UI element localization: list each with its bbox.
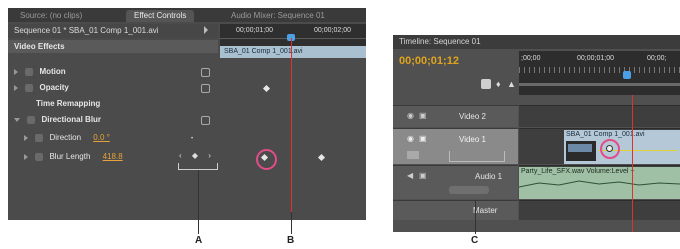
- work-area-bar[interactable]: [519, 83, 680, 86]
- fx-badge-icon: [25, 83, 34, 92]
- ruler-label: 00;00;01;00: [577, 55, 614, 62]
- effect-row-time-remapping[interactable]: Time Remapping: [8, 97, 218, 110]
- property-row-direction[interactable]: Direction 0.0 °: [8, 131, 218, 144]
- mini-timeline-ruler[interactable]: 00;00;01;00 00;00;02;00: [220, 24, 366, 46]
- playhead-line[interactable]: [291, 38, 292, 220]
- timeline-ruler[interactable]: ;00;00 00;00;01;00 00;00;: [519, 51, 680, 95]
- keyframe-navigator[interactable]: ‹ ◆ ›: [179, 151, 215, 160]
- video-effects-label: Video Effects: [14, 42, 65, 51]
- timeline-tab[interactable]: Timeline: Sequence 01: [393, 35, 680, 49]
- callout-leader: [291, 212, 292, 234]
- callout-leader: [475, 200, 476, 234]
- snap-icon[interactable]: [481, 79, 491, 89]
- tab-source[interactable]: Source: (no clips): [12, 10, 90, 22]
- effect-label: Opacity: [39, 83, 69, 92]
- lock-icon[interactable]: ▣: [419, 171, 427, 180]
- lock-icon[interactable]: ▣: [419, 111, 427, 120]
- playhead-line[interactable]: [632, 95, 633, 232]
- eye-icon[interactable]: ◉: [407, 111, 414, 120]
- track-area-master[interactable]: [519, 200, 680, 220]
- keyframe-nav-bracket: [449, 151, 505, 162]
- timeline-panel: Timeline: Sequence 01 00;00;01;12 ♦ ▲ ;0…: [393, 35, 680, 232]
- effect-controls-panel: Source: (no clips) Effect Controls Audio…: [8, 8, 366, 220]
- direction-value[interactable]: 0.0 °: [93, 133, 110, 142]
- track-label: Audio 1: [475, 172, 503, 181]
- keyframe-point[interactable]: [606, 145, 613, 152]
- expand-triangle-icon[interactable]: [14, 84, 18, 91]
- reset-icon[interactable]: [201, 84, 210, 93]
- marker-icon[interactable]: ♦: [496, 79, 501, 89]
- eye-icon[interactable]: ◉: [407, 134, 414, 143]
- sequence-header: Sequence 01 * SBA_01 Comp 1_001.avi: [8, 24, 218, 38]
- keyframe-dot-icon: •: [191, 136, 194, 142]
- collapse-triangle-icon[interactable]: [14, 117, 20, 122]
- waveform-toggle[interactable]: [449, 186, 489, 194]
- callout-leader: [198, 170, 199, 234]
- ruler-ticks: [519, 67, 680, 73]
- property-label: Blur Length: [49, 152, 91, 161]
- track-header-master[interactable]: Master: [393, 200, 518, 220]
- audio-clip-name: Party_Life_SFX.wav Volume:Level +: [521, 168, 635, 175]
- fx-badge-icon: [27, 115, 36, 124]
- ruler-timecode: 00;00;02;00: [314, 27, 351, 34]
- highlight-ring: [256, 149, 277, 170]
- track-label: Video 1: [459, 135, 486, 144]
- callout-a: A: [195, 235, 203, 246]
- reset-icon[interactable]: [201, 68, 210, 77]
- ruler-label: 00;00;: [647, 55, 667, 62]
- ruler-label: ;00;00: [521, 55, 541, 62]
- expand-triangle-icon[interactable]: [24, 153, 28, 160]
- volume-rubberband[interactable]: [519, 177, 680, 191]
- panel-tab-bar: Source: (no clips) Effect Controls Audio…: [8, 8, 366, 22]
- effect-row-directional-blur[interactable]: Directional Blur: [8, 113, 218, 126]
- effect-label: Time Remapping: [36, 99, 101, 108]
- track-header-video2[interactable]: ◉ ▣ Video 2: [393, 105, 518, 127]
- navigator-bracket: [178, 163, 218, 170]
- track-header-audio1[interactable]: ◀ ▣ Audio 1: [393, 165, 518, 199]
- speaker-icon[interactable]: ◀: [407, 171, 413, 180]
- effect-row-motion[interactable]: Motion: [8, 65, 218, 78]
- stopwatch-icon[interactable]: [35, 133, 44, 142]
- current-timecode[interactable]: 00;00;01;12: [399, 55, 459, 67]
- expand-triangle-icon[interactable]: [14, 68, 18, 75]
- effect-label: Directional Blur: [41, 115, 102, 124]
- tab-audio-mixer[interactable]: Audio Mixer: Sequence 01: [223, 10, 333, 22]
- keyframe-diamond-icon[interactable]: [317, 153, 326, 162]
- thumbnail-image: [568, 144, 592, 152]
- track-area-audio1[interactable]: Party_Life_SFX.wav Volume:Level +: [519, 165, 680, 199]
- track-header-video1[interactable]: ◉ ▣ Video 1: [393, 128, 518, 164]
- track-label: Video 2: [459, 112, 486, 121]
- effect-label: Motion: [39, 67, 66, 76]
- stopwatch-icon[interactable]: [35, 152, 44, 161]
- tab-effect-controls[interactable]: Effect Controls: [126, 10, 195, 22]
- video-clip[interactable]: SBA_01 Comp 1_001.avi: [564, 130, 680, 164]
- display-style-icon[interactable]: [407, 151, 419, 159]
- clip-bar: SBA_01 Comp 1_001.avi: [220, 46, 366, 58]
- video-effects-heading: Video Effects: [8, 40, 218, 53]
- property-label: Direction: [49, 133, 82, 142]
- fx-badge-icon: [25, 67, 34, 76]
- ruler-timecode: 00;00;01;00: [236, 27, 273, 34]
- callout-c: C: [471, 235, 479, 246]
- effect-row-opacity[interactable]: Opacity: [8, 81, 218, 94]
- lock-icon[interactable]: ▣: [419, 134, 427, 143]
- play-only-icon[interactable]: [204, 26, 208, 34]
- track-area-video1[interactable]: SBA_01 Comp 1_001.avi: [519, 128, 680, 164]
- callout-b: B: [287, 235, 295, 246]
- keyframe-icon[interactable]: ▲: [507, 79, 516, 89]
- current-time-indicator[interactable]: [623, 71, 631, 79]
- track-area-video2[interactable]: [519, 105, 680, 127]
- audio-clip[interactable]: Party_Life_SFX.wav Volume:Level +: [519, 167, 680, 199]
- expand-triangle-icon[interactable]: [24, 134, 28, 141]
- keyframe-diamond-icon[interactable]: [262, 84, 271, 93]
- reset-icon[interactable]: [201, 116, 210, 125]
- track-label: Master: [473, 206, 498, 215]
- blur-length-value[interactable]: 418.8: [103, 152, 123, 161]
